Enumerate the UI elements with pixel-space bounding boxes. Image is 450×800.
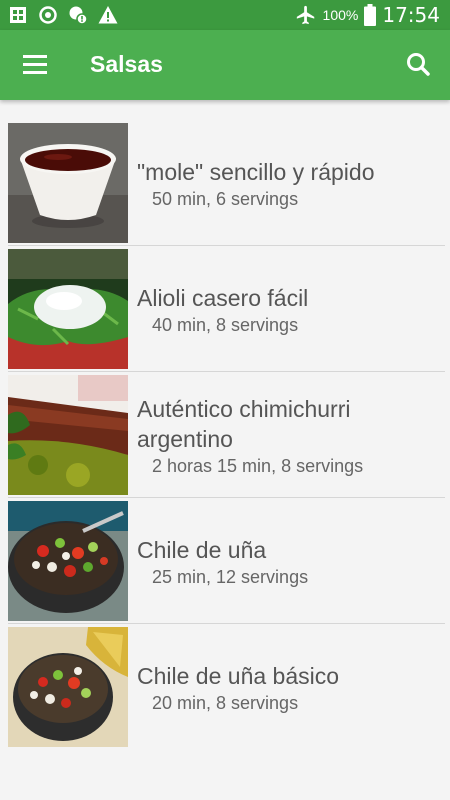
chile-de-una-photo <box>8 501 128 621</box>
recipe-meta: 40 min, 8 servings <box>152 314 299 335</box>
battery-percent: 100% <box>322 7 359 23</box>
sync-icon <box>39 6 57 24</box>
recipe-text: Auténtico chimichurri argentino 2 horas … <box>137 372 445 498</box>
recipe-meta: 2 horas 15 min, 8 servings <box>152 455 364 476</box>
recipe-text: Chile de uña 25 min, 12 servings <box>137 498 445 624</box>
warning-icon <box>98 6 118 24</box>
chimichurri-photo <box>8 375 128 495</box>
recipe-title: Auténtico chimichurri argentino <box>137 395 351 452</box>
search-icon <box>407 53 430 76</box>
airplane-icon <box>296 5 314 25</box>
system-icons: 100% 17:54 <box>295 3 440 27</box>
recipe-list: "mole" sencillo y rápido 50 min, 6 servi… <box>0 120 450 750</box>
recipe-title: Chile de uña básico <box>137 662 340 689</box>
recipe-list-item[interactable]: Chile de uña 25 min, 12 servings <box>8 498 445 624</box>
recipe-meta: 25 min, 12 servings <box>152 566 309 587</box>
search-button[interactable] <box>398 47 438 83</box>
recipe-text: "mole" sencillo y rápido 50 min, 6 servi… <box>137 120 445 246</box>
hamburger-menu-icon <box>23 55 47 74</box>
notification-icons <box>8 5 118 25</box>
recipe-list-item[interactable]: Chile de uña básico 20 min, 8 servings <box>8 624 445 750</box>
battery-icon <box>364 4 377 26</box>
recipe-list-item[interactable]: Alioli casero fácil 40 min, 8 servings <box>8 246 445 372</box>
recipe-text: Alioli casero fácil 40 min, 8 servings <box>137 246 445 372</box>
recipe-text: Chile de uña básico 20 min, 8 servings <box>137 624 445 750</box>
alioli-photo <box>8 249 128 369</box>
app-icon <box>69 6 88 25</box>
page-title: Salsas <box>90 51 163 77</box>
chile-de-una-basico-photo <box>8 627 128 747</box>
status-bar: 100% 17:54 <box>0 0 450 30</box>
menu-button[interactable] <box>15 47 55 83</box>
recipe-title: Alioli casero fácil <box>137 284 309 311</box>
app-bar: Salsas <box>0 30 450 100</box>
recipe-title: Chile de uña <box>137 536 267 563</box>
recipe-meta: 20 min, 8 servings <box>152 692 299 713</box>
mole-sauce-photo <box>8 123 128 243</box>
recipe-list-item[interactable]: Auténtico chimichurri argentino 2 horas … <box>8 372 445 498</box>
clock: 17:54 <box>382 3 440 27</box>
recipe-list-item[interactable]: "mole" sencillo y rápido 50 min, 6 servi… <box>8 120 445 246</box>
recipe-meta: 50 min, 6 servings <box>152 188 299 209</box>
recipe-title: "mole" sencillo y rápido <box>137 158 375 185</box>
sim-icon <box>10 7 26 23</box>
